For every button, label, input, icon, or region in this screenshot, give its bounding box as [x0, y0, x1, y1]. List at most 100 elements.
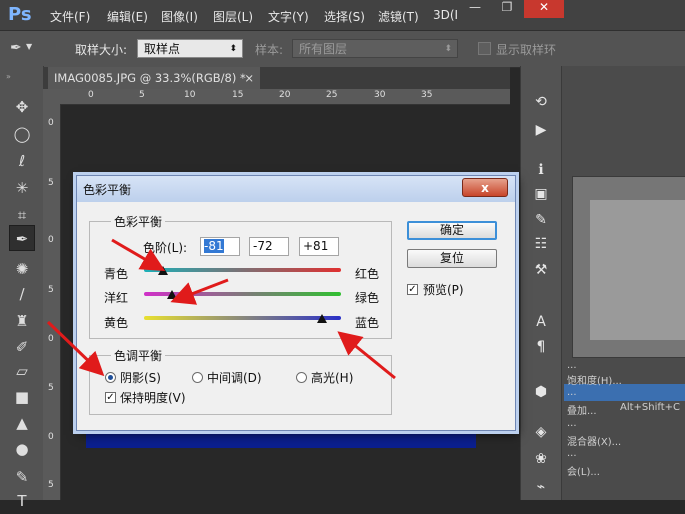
dodge-tool-icon[interactable]: ● — [9, 436, 35, 462]
shadows-label: 阴影(S) — [120, 371, 161, 385]
panel-menu-item[interactable]: 叠加... — [567, 402, 597, 417]
blur-tool-icon[interactable]: ▲ — [9, 410, 35, 436]
sample-size-value: 取样点 — [144, 42, 181, 56]
cyan-red-track[interactable] — [144, 268, 341, 272]
minimize-icon[interactable]: — — [460, 0, 490, 18]
type-tool-icon[interactable]: T — [9, 488, 35, 514]
ruler-tick: 5 — [48, 383, 54, 393]
eyedropper-tool-icon[interactable]: ✒ — [9, 225, 35, 251]
character-panel-icon[interactable]: A — [529, 311, 553, 333]
cyan-red-input[interactable]: -81 — [200, 237, 240, 256]
panel-menu-item[interactable]: ... — [567, 387, 577, 398]
red-label: 红色 — [355, 267, 380, 281]
channels-panel-icon[interactable]: ❀ — [529, 448, 553, 470]
vertical-ruler: 0 5 0 5 0 5 0 5 — [43, 104, 61, 500]
menu-filter[interactable]: 滤镜(T) — [378, 8, 419, 25]
ruler-tick: 5 — [48, 178, 54, 188]
menu-file[interactable]: 文件(F) — [50, 8, 90, 25]
brush-tool-icon[interactable]: ∕ — [9, 281, 35, 307]
panel-menu-item[interactable]: ... — [567, 418, 577, 429]
panel-menu-item[interactable]: 饱和度(H)... — [567, 372, 622, 387]
magic-wand-tool-icon[interactable]: ✳ — [9, 175, 35, 201]
pen-tool-icon[interactable]: ✎ — [9, 464, 35, 490]
actions-panel-icon[interactable]: ▶ — [529, 119, 553, 141]
menu-edit[interactable]: 编辑(E) — [107, 8, 148, 25]
menu-select[interactable]: 选择(S) — [324, 8, 365, 25]
ruler-tick: 0 — [48, 235, 54, 245]
photoshop-logo: Ps — [8, 4, 32, 25]
menu-3d[interactable]: 3D(I — [433, 8, 458, 22]
dialog-close-button[interactable]: x — [462, 178, 508, 197]
paths-panel-icon[interactable]: ⌁ — [529, 476, 553, 498]
color-balance-dialog: 色彩平衡 x 色彩平衡 色阶(L): -81 -72 +81 青色 红色 洋红 … — [76, 175, 516, 431]
navigator-thumbnail-image — [590, 200, 685, 340]
3d-panel-icon[interactable]: ⬢ — [529, 381, 553, 403]
magenta-label: 洋红 — [104, 291, 129, 305]
eraser-tool-icon[interactable]: ▱ — [9, 358, 35, 384]
history-panel-icon[interactable]: ⟲ — [529, 91, 553, 113]
sample-select[interactable]: 所有图层 ⬍ — [292, 39, 458, 58]
dialog-titlebar[interactable]: 色彩平衡 x — [77, 176, 515, 202]
show-ring-label: 显示取样环 — [496, 43, 557, 57]
yellow-blue-slider-thumb[interactable] — [317, 314, 328, 323]
yellow-blue-track[interactable] — [144, 316, 341, 320]
lasso-tool-icon[interactable]: ℓ — [9, 148, 35, 174]
eyedropper-icon[interactable]: ✒ — [10, 40, 22, 56]
highlights-radio[interactable] — [296, 372, 307, 383]
ruler-tick: 5 — [48, 480, 54, 490]
marquee-tool-icon[interactable]: ◯ — [9, 121, 35, 147]
dialog-title: 色彩平衡 — [83, 183, 132, 197]
preview-checkbox[interactable]: ✓ — [407, 284, 418, 295]
panel-dock: ⟲ ▶ ℹ ▣ ✎ ☷ ⚒ A ¶ ⬢ ◈ ❀ ⌁ — [520, 66, 562, 500]
magenta-green-input[interactable]: -72 — [249, 237, 289, 256]
ruler-tick: 0 — [48, 334, 54, 344]
yellow-label: 黄色 — [104, 316, 129, 330]
properties-panel-icon[interactable]: ▣ — [529, 183, 553, 205]
panel-menu-item[interactable]: ... — [567, 448, 577, 459]
sample-label: 样本: — [255, 43, 284, 57]
collapse-icon[interactable]: » — [6, 72, 11, 81]
document-tab[interactable]: IMAG0085.JPG @ 33.3%(RGB/8) * × — [48, 67, 260, 89]
move-tool-icon[interactable]: ✥ — [9, 94, 35, 120]
sample-size-label: 取样大小: — [75, 43, 128, 57]
green-label: 绿色 — [355, 291, 380, 305]
spot-healing-tool-icon[interactable]: ✺ — [9, 256, 35, 282]
select-arrows-icon: ⬍ — [229, 44, 237, 54]
panel-menu-item[interactable]: 混合器(X)... — [567, 433, 621, 448]
clone-stamp-tool-icon[interactable]: ♜ — [9, 308, 35, 334]
layers-panel-icon[interactable]: ◈ — [529, 421, 553, 443]
adjustments-panel-icon[interactable]: ☷ — [529, 233, 553, 255]
window-close-icon[interactable]: ✕ — [524, 0, 564, 18]
panel-menu-item[interactable]: 会(L)... — [567, 463, 600, 478]
horizontal-ruler: 0 5 10 15 20 25 30 35 — [43, 89, 510, 105]
reset-button[interactable]: 复位 — [407, 249, 497, 268]
shadows-radio[interactable] — [105, 372, 116, 383]
panel-menu-item[interactable]: ... — [567, 360, 577, 371]
yellow-blue-input[interactable]: +81 — [299, 237, 339, 256]
cyan-red-slider-thumb[interactable] — [157, 266, 168, 275]
menu-image[interactable]: 图像(I) — [161, 8, 198, 25]
menu-layer[interactable]: 图层(L) — [213, 8, 253, 25]
options-bar: ✒ ▼ 取样大小: 取样点 ⬍ 样本: 所有图层 ⬍ 显示取样环 — [0, 30, 685, 68]
magenta-green-slider-thumb[interactable] — [166, 290, 177, 299]
tool-preset-chevron-icon[interactable]: ▼ — [26, 42, 32, 51]
midtones-radio[interactable] — [192, 372, 203, 383]
menu-type[interactable]: 文字(Y) — [268, 8, 309, 25]
preserve-luminosity-checkbox[interactable]: ✓ — [105, 392, 116, 403]
sample-size-select[interactable]: 取样点 ⬍ — [137, 39, 243, 58]
brushes-panel-icon[interactable]: ✎ — [529, 209, 553, 231]
panel-menu-shortcut: Alt+Shift+C — [620, 402, 681, 413]
ruler-tick: 0 — [48, 432, 54, 442]
gradient-tool-icon[interactable]: ■ — [9, 384, 35, 410]
restore-icon[interactable]: ❐ — [492, 0, 522, 18]
show-ring-checkbox[interactable] — [478, 42, 491, 55]
color-balance-group — [89, 221, 392, 339]
select-arrows-icon: ⬍ — [444, 44, 452, 54]
tab-close-icon[interactable]: × — [244, 67, 254, 89]
info-panel-icon[interactable]: ℹ — [529, 159, 553, 181]
paragraph-panel-icon[interactable]: ¶ — [529, 336, 553, 358]
ok-button[interactable]: 确定 — [407, 221, 497, 240]
color-balance-legend: 色彩平衡 — [111, 213, 166, 230]
history-brush-tool-icon[interactable]: ✐ — [9, 334, 35, 360]
tool-presets-panel-icon[interactable]: ⚒ — [529, 259, 553, 281]
